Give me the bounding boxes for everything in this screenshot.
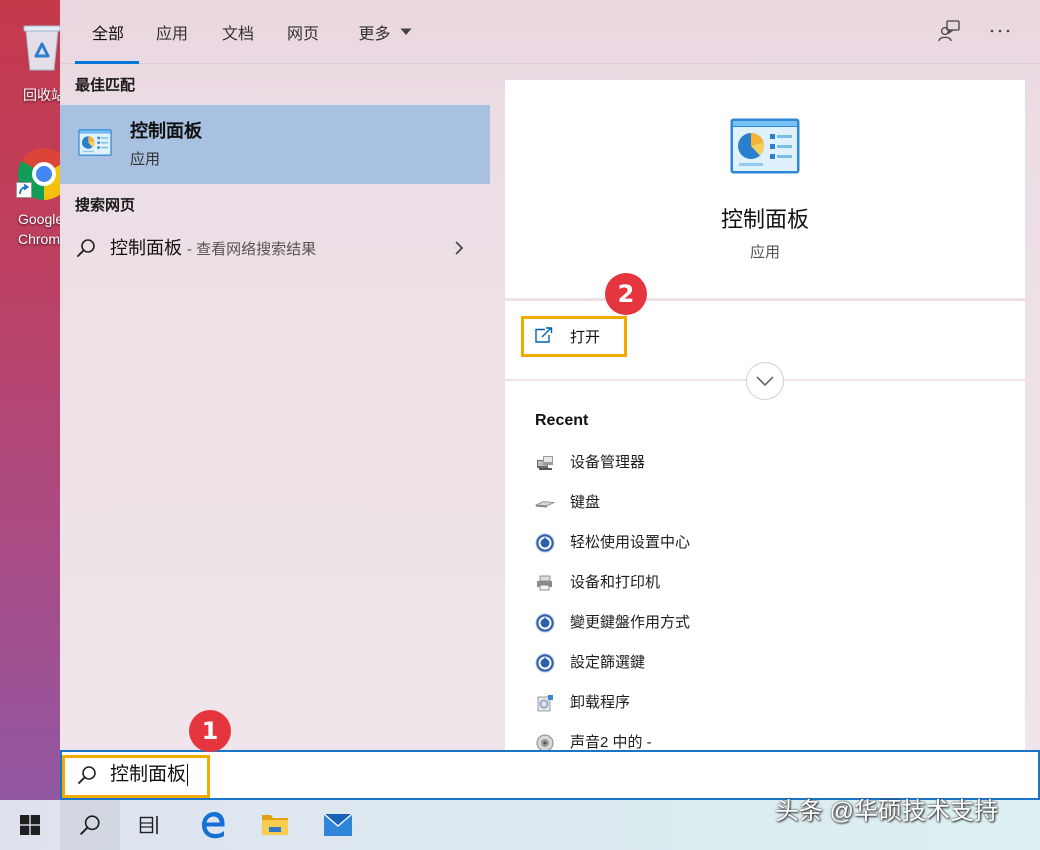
taskbar-edge[interactable] xyxy=(183,800,243,850)
taskbar-file-explorer[interactable] xyxy=(245,800,305,850)
recent-item-label: 設定篩選鍵 xyxy=(570,654,646,671)
control-panel-icon xyxy=(78,129,112,156)
search-panel: 全部 应用 文档 网页 更多 最佳匹配 控制面板 应用 搜索网页 控制面板 - … xyxy=(60,0,1040,750)
feedback-icon xyxy=(938,20,960,42)
control-panel-icon xyxy=(730,118,800,174)
desktop-icon-label: 回收站 xyxy=(23,87,65,103)
chevron-right-icon xyxy=(455,241,464,255)
tab-bar: 全部 应用 文档 网页 更多 xyxy=(60,0,1040,64)
keyboard-icon xyxy=(535,501,555,508)
more-options-icon xyxy=(990,29,1010,33)
recent-item[interactable]: 設定篩選鍵 xyxy=(505,651,1025,675)
highlight-box-open xyxy=(521,316,627,357)
recycle-bin-icon xyxy=(23,25,61,71)
windows-start-icon xyxy=(20,815,40,835)
web-search-result[interactable]: 控制面板 - 查看网络搜索结果 xyxy=(60,230,490,266)
task-view-button[interactable] xyxy=(120,800,180,850)
tab-label: 更多 xyxy=(358,26,391,43)
recent-item[interactable]: 卸载程序 xyxy=(505,691,1025,715)
recent-item[interactable]: 设备和打印机 xyxy=(505,571,1025,595)
ease-of-access-icon xyxy=(535,613,555,633)
best-match-subtitle: 应用 xyxy=(130,151,161,168)
best-match-heading: 最佳匹配 xyxy=(75,77,136,94)
web-search-suffix: - 查看网络搜索结果 xyxy=(187,241,317,258)
recent-item-label: 卸载程序 xyxy=(570,694,631,711)
sound-icon xyxy=(536,734,554,750)
more-options-button[interactable] xyxy=(988,19,1012,43)
expand-button[interactable] xyxy=(746,362,784,400)
desktop-icon-label: Google xyxy=(18,211,64,227)
recent-item[interactable]: 變更鍵盤作用方式 xyxy=(505,611,1025,635)
devices-printers-icon xyxy=(537,575,552,591)
recent-card: Recent 设备管理器 键盘 轻松使用设置中心 设备和打印机 變更鍵盤作用方式… xyxy=(505,381,1025,750)
recent-item-label: 声音2 中的 - xyxy=(570,734,652,750)
recent-item[interactable]: 设备管理器 xyxy=(505,451,1025,475)
chevron-down-icon xyxy=(756,376,774,387)
taskbar-search-button[interactable] xyxy=(60,800,120,850)
step-badge-1: 1 xyxy=(189,710,231,752)
device-manager-icon xyxy=(537,456,553,470)
tab-label: 应用 xyxy=(155,26,188,43)
best-match-item[interactable]: 控制面板 应用 xyxy=(60,105,490,184)
web-search-query: 控制面板 xyxy=(110,238,182,258)
recent-item-label: 轻松使用设置中心 xyxy=(570,534,691,551)
recent-item-label: 设备和打印机 xyxy=(570,574,661,591)
taskbar-mail[interactable] xyxy=(308,800,368,850)
detail-title: 控制面板 xyxy=(720,207,809,232)
best-match-title: 控制面板 xyxy=(130,121,202,141)
step-badge-2: 2 xyxy=(605,273,647,315)
tab-more[interactable]: 更多 xyxy=(348,0,422,64)
recent-item[interactable]: 轻松使用设置中心 xyxy=(505,531,1025,555)
ease-of-access-icon xyxy=(535,653,555,673)
recent-item-label: 變更鍵盤作用方式 xyxy=(570,614,691,631)
ease-of-access-icon xyxy=(535,533,555,553)
caret-down-icon xyxy=(400,28,411,35)
tab-apps[interactable]: 应用 xyxy=(140,0,204,64)
tab-active-indicator xyxy=(75,61,139,64)
tab-all[interactable]: 全部 xyxy=(76,0,140,64)
tab-documents[interactable]: 文档 xyxy=(206,0,270,64)
start-button[interactable] xyxy=(0,800,60,850)
file-explorer-icon xyxy=(262,815,288,835)
watermark: 头条 @华硕技术支持 xyxy=(775,798,999,825)
mail-icon xyxy=(323,813,353,836)
recent-heading: Recent xyxy=(535,412,589,429)
programs-icon xyxy=(537,695,553,712)
task-view-icon xyxy=(139,816,158,834)
recent-item-label: 设备管理器 xyxy=(570,454,646,471)
tab-label: 全部 xyxy=(91,26,124,43)
recent-item-label: 键盘 xyxy=(570,494,601,511)
detail-subtitle: 应用 xyxy=(749,244,780,261)
shortcut-arrow-icon xyxy=(16,182,32,198)
search-icon xyxy=(77,239,95,257)
detail-header-card: 控制面板 应用 xyxy=(505,80,1025,298)
tab-label: 文档 xyxy=(221,26,254,43)
web-search-text: 控制面板 - 查看网络搜索结果 xyxy=(110,237,316,259)
web-search-heading: 搜索网页 xyxy=(75,197,136,214)
recent-item[interactable]: 键盘 xyxy=(505,491,1025,515)
recent-item[interactable]: 声音2 中的 - xyxy=(505,731,1025,750)
feedback-button[interactable] xyxy=(937,19,961,43)
search-icon xyxy=(80,815,100,835)
tab-web[interactable]: 网页 xyxy=(271,0,335,64)
highlight-box-search xyxy=(62,755,210,798)
edge-icon xyxy=(202,812,225,839)
tab-label: 网页 xyxy=(286,26,319,43)
